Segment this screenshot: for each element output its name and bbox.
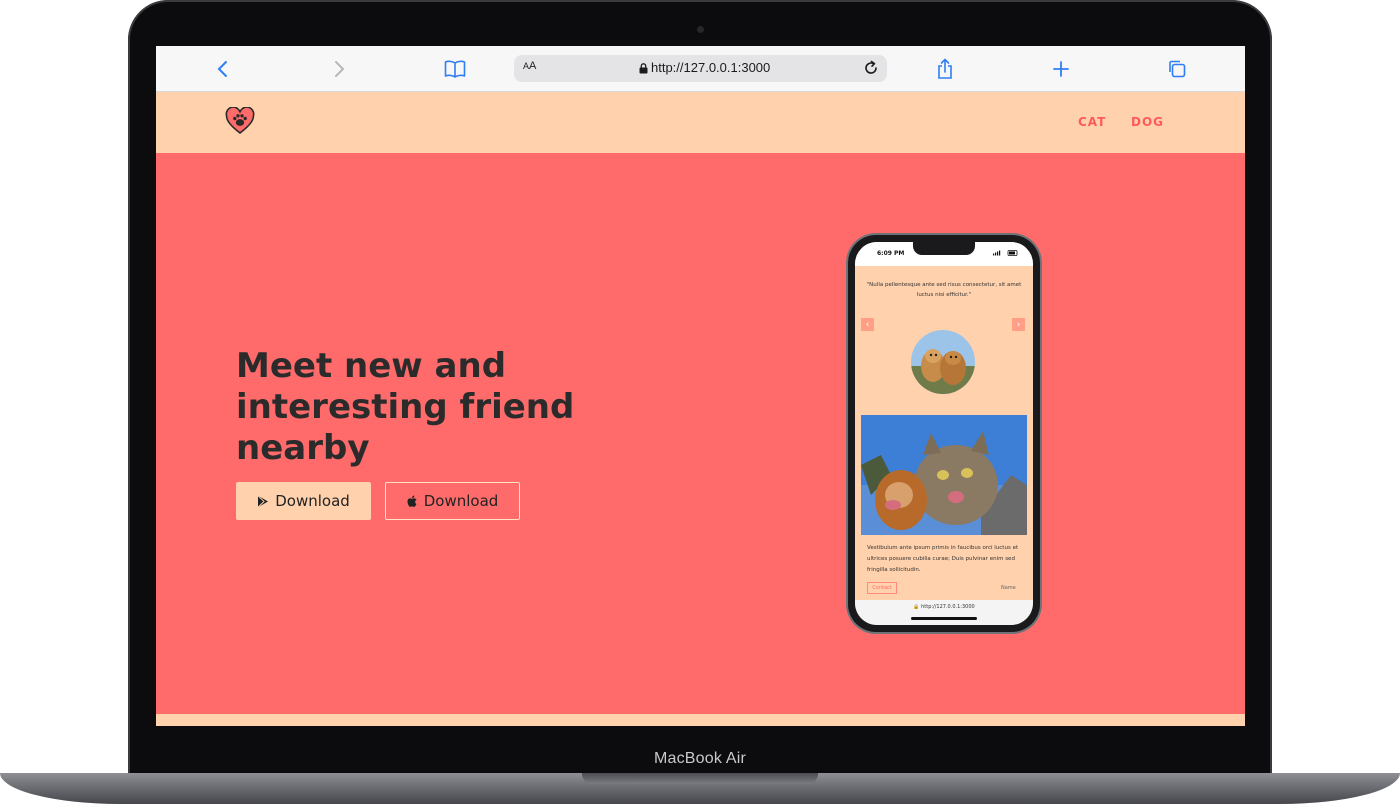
chevron-left-icon: ‹ [865, 319, 870, 330]
reader-button[interactable]: AA [523, 60, 536, 72]
plus-icon [1053, 61, 1069, 77]
back-button[interactable] [210, 56, 236, 82]
tabs-icon [1169, 60, 1186, 78]
phone-time: 6:09 PM [877, 250, 905, 257]
hero-title: Meet new and interesting friend nearby [236, 346, 575, 468]
forward-button[interactable] [326, 56, 352, 82]
address-bar[interactable]: AA http://127.0.0.1:3000 [514, 55, 887, 82]
phone-url-bar[interactable]: 🔒 http://127.0.0.1:3000 [855, 600, 1033, 625]
laptop-screen: AA http://127.0.0.1:3000 CAT DOG Meet ne… [156, 46, 1245, 726]
share-button[interactable] [932, 56, 958, 82]
app-store-download-button[interactable]: Download [385, 482, 520, 520]
home-indicator [911, 617, 977, 620]
reload-icon[interactable] [862, 59, 880, 77]
phone-url-text: 🔒 http://127.0.0.1:3000 [855, 604, 1033, 610]
reader-label-big: A [529, 60, 537, 72]
chevron-left-icon [217, 61, 227, 77]
apple-icon [407, 495, 417, 507]
site-header: CAT DOG [156, 92, 1245, 153]
lock-icon: 🔒 [913, 604, 920, 610]
signal-battery-icon [993, 250, 1018, 256]
nav-link-cat[interactable]: CAT [1078, 115, 1106, 129]
webcam [697, 26, 704, 33]
footer-strip [156, 714, 1245, 726]
share-icon [938, 58, 952, 79]
phone-contact-button[interactable]: Contact [867, 582, 897, 594]
google-play-download-button[interactable]: Download [236, 482, 371, 520]
google-play-button-label: Download [275, 492, 350, 510]
book-icon [444, 60, 466, 78]
device-label: MacBook Air [653, 750, 746, 767]
chevron-right-icon [335, 61, 345, 77]
bookmarks-button[interactable] [442, 56, 468, 82]
phone-mockup: 6:09 PM "Nulla pellentesque ante sed ris… [848, 235, 1040, 632]
laptop-hinge-notch [582, 773, 818, 784]
cat-monkey-photo [861, 415, 1027, 535]
app-store-button-label: Download [423, 492, 499, 510]
google-play-icon [257, 494, 269, 508]
new-tab-button[interactable] [1048, 56, 1074, 82]
phone-body-text: Vestibulum ante ipsum primis in faucibus… [867, 545, 1019, 573]
phone-quote: "Nulla pellentesque ante sed risus conse… [866, 282, 1022, 298]
url-text: http://127.0.0.1:3000 [651, 60, 771, 75]
nav-link-dog[interactable]: DOG [1131, 115, 1164, 129]
phone-notch [913, 242, 975, 255]
lock-icon [639, 63, 648, 74]
chevron-right-icon: › [1016, 319, 1021, 330]
phone-name-text: Name [1001, 585, 1016, 591]
dog-avatar [911, 330, 975, 394]
carousel-next-button[interactable]: › [1012, 318, 1025, 331]
phone-screen: 6:09 PM "Nulla pellentesque ante sed ris… [855, 242, 1033, 625]
tabs-button[interactable] [1164, 56, 1190, 82]
phone-url-value: http://127.0.0.1:3000 [921, 604, 975, 610]
heart-paw-logo-icon[interactable] [225, 107, 255, 135]
browser-toolbar: AA http://127.0.0.1:3000 [156, 46, 1245, 92]
carousel-prev-button[interactable]: ‹ [861, 318, 874, 331]
